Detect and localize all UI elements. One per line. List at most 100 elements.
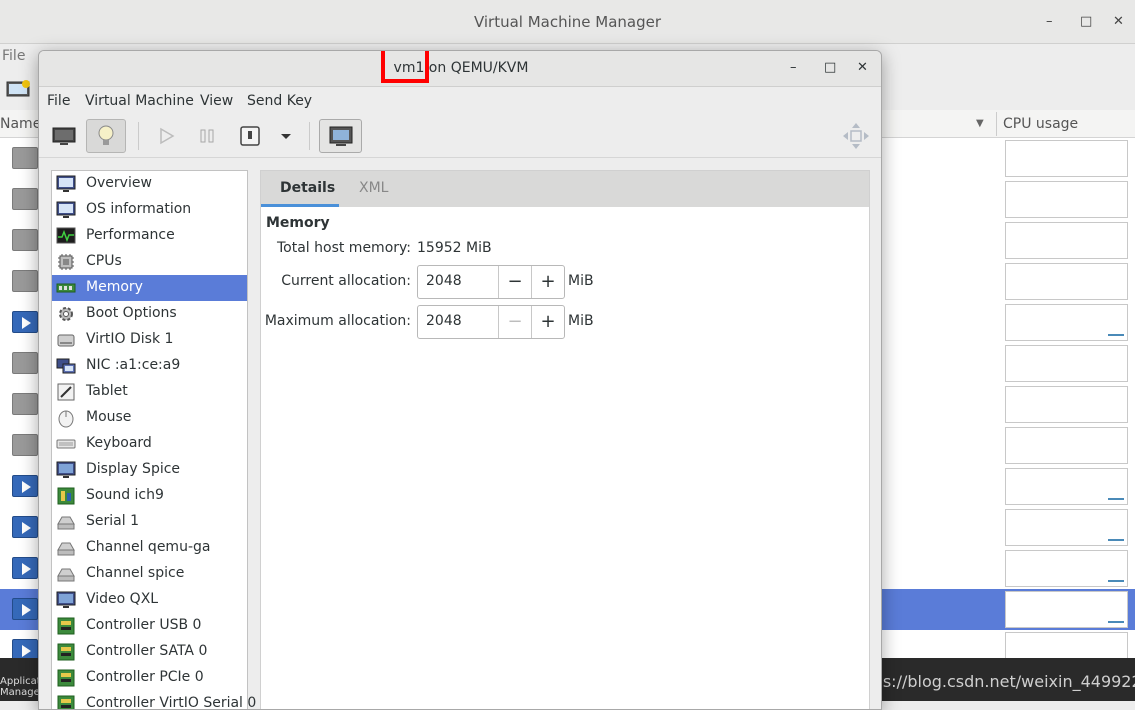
column-separator: [996, 112, 997, 136]
hardware-item-label: VirtIO Disk 1: [86, 331, 174, 347]
total-host-memory-label: Total host memory:: [276, 240, 411, 256]
sort-arrow-icon[interactable]: ▼: [976, 118, 984, 129]
tab-xml[interactable]: XML: [359, 180, 388, 196]
hardware-item-channel-spice[interactable]: Channel spice: [52, 561, 247, 587]
hardware-item-serial-1[interactable]: Serial 1: [52, 509, 247, 535]
maximum-allocation-increment-button[interactable]: +: [531, 306, 564, 338]
vm-running-icon: [12, 311, 38, 333]
shutdown-menu-button[interactable]: [273, 119, 299, 153]
toolbar-separator: [138, 122, 139, 150]
hardware-item-controller-usb-0[interactable]: Controller USB 0: [52, 613, 247, 639]
background-close-button[interactable]: ✕: [1113, 14, 1124, 29]
hardware-item-label: Controller VirtIO Serial 0: [86, 695, 257, 710]
hardware-item-cpus[interactable]: CPUs: [52, 249, 247, 275]
fullscreen-button[interactable]: [319, 119, 362, 153]
vm-off-icon: [12, 393, 38, 415]
maximum-allocation-input[interactable]: 2048: [426, 313, 462, 329]
menu-virtual-machine[interactable]: Virtual Machine: [85, 93, 194, 109]
menu-file[interactable]: File: [47, 93, 70, 109]
hardware-item-label: Overview: [86, 175, 152, 191]
current-allocation-spinner[interactable]: 2048 − +: [417, 265, 565, 299]
hardware-item-label: Controller USB 0: [86, 617, 202, 633]
maximize-button[interactable]: □: [824, 60, 836, 75]
close-button[interactable]: ✕: [857, 60, 868, 75]
hardware-item-label: Controller PCIe 0: [86, 669, 204, 685]
network-icon: [56, 358, 76, 374]
tab-details[interactable]: Details: [280, 180, 335, 196]
hardware-item-keyboard[interactable]: Keyboard: [52, 431, 247, 457]
monitor-icon: [52, 127, 76, 145]
hardware-item-label: Display Spice: [86, 461, 181, 477]
active-tab-indicator: [261, 204, 339, 207]
cpu-usage-graph: [1005, 591, 1128, 628]
menu-view[interactable]: View: [200, 93, 233, 109]
controller-icon: [57, 695, 75, 709]
mouse-icon: [58, 410, 74, 428]
cpu-usage-graph: [1005, 427, 1128, 464]
maximum-allocation-unit: MiB: [568, 313, 594, 329]
hardware-item-tablet[interactable]: Tablet: [52, 379, 247, 405]
hardware-item-video-qxl[interactable]: Video QXL: [52, 587, 247, 613]
console-button[interactable]: [47, 119, 81, 153]
background-maximize-button[interactable]: □: [1080, 14, 1092, 29]
hardware-item-memory[interactable]: Memory: [52, 275, 247, 301]
serial-icon: [57, 516, 75, 530]
current-allocation-decrement-button[interactable]: −: [498, 266, 531, 298]
resize-to-vm-button[interactable]: [839, 119, 873, 153]
maximum-allocation-spinner[interactable]: 2048 − +: [417, 305, 565, 339]
serial-icon: [57, 542, 75, 556]
hardware-item-nic-a1-ce-a9[interactable]: NIC :a1:ce:a9: [52, 353, 247, 379]
cpu-usage-graph: [1005, 140, 1128, 177]
pause-button[interactable]: [190, 119, 224, 153]
disk-icon: [57, 334, 75, 347]
hardware-item-controller-sata-0[interactable]: Controller SATA 0: [52, 639, 247, 665]
menubar: File Virtual Machine View Send Key: [39, 88, 881, 114]
memory-icon: [56, 283, 76, 293]
maximum-allocation-decrement-button[interactable]: −: [498, 306, 531, 338]
taskbar-app-label[interactable]: Applicat Manage: [0, 676, 41, 698]
shutdown-button[interactable]: [233, 119, 267, 153]
column-name[interactable]: Name: [0, 116, 41, 132]
vm-details-window: vm1 on QEMU/KVM – □ ✕ File Virtual Machi…: [38, 50, 882, 710]
vm-window-title: vm1 on QEMU/KVM: [393, 60, 529, 76]
annotation-highlight-box: [381, 51, 429, 83]
sound-card-icon: [57, 487, 75, 505]
hardware-item-boot-options[interactable]: Boot Options: [52, 301, 247, 327]
hardware-item-mouse[interactable]: Mouse: [52, 405, 247, 431]
minimize-button[interactable]: –: [790, 60, 797, 75]
cpu-usage-graph: [1005, 304, 1128, 341]
display-icon: [56, 591, 76, 608]
vm-running-icon: [12, 475, 38, 497]
hardware-item-virtio-disk-1[interactable]: VirtIO Disk 1: [52, 327, 247, 353]
current-allocation-input[interactable]: 2048: [426, 273, 462, 289]
background-menu-file[interactable]: File: [2, 48, 25, 64]
serial-icon: [57, 568, 75, 582]
vm-off-icon: [12, 147, 38, 169]
hardware-list[interactable]: Overview OS information Performance CPUs Mem…: [51, 170, 256, 709]
current-allocation-increment-button[interactable]: +: [531, 266, 564, 298]
new-vm-icon[interactable]: [6, 80, 32, 100]
chevron-down-icon: [281, 134, 291, 139]
hardware-item-display-spice[interactable]: Display Spice: [52, 457, 247, 483]
display-icon: [56, 461, 76, 478]
hardware-item-performance[interactable]: Performance: [52, 223, 247, 249]
hardware-item-overview[interactable]: Overview: [52, 171, 247, 197]
cpu-usage-graph: [1005, 509, 1128, 546]
details-button[interactable]: [86, 119, 126, 153]
hardware-item-controller-pcie-0[interactable]: Controller PCIe 0: [52, 665, 247, 691]
column-cpu-usage[interactable]: CPU usage: [1003, 116, 1078, 132]
background-minimize-button[interactable]: –: [1046, 14, 1053, 29]
hardware-item-label: Video QXL: [86, 591, 159, 607]
vm-off-icon: [12, 270, 38, 292]
power-icon: [240, 126, 260, 146]
hardware-item-os-information[interactable]: OS information: [52, 197, 247, 223]
hardware-item-channel-qemu-ga[interactable]: Channel qemu-ga: [52, 535, 247, 561]
monitor-icon: [56, 175, 76, 192]
run-button[interactable]: [149, 119, 183, 153]
hardware-item-label: Keyboard: [86, 435, 152, 451]
vm-off-icon: [12, 434, 38, 456]
hardware-item-sound-ich9[interactable]: Sound ich9: [52, 483, 247, 509]
hardware-item-label: CPUs: [86, 253, 122, 269]
cpu-usage-graph: [1005, 550, 1128, 587]
menu-send-key[interactable]: Send Key: [247, 93, 312, 109]
